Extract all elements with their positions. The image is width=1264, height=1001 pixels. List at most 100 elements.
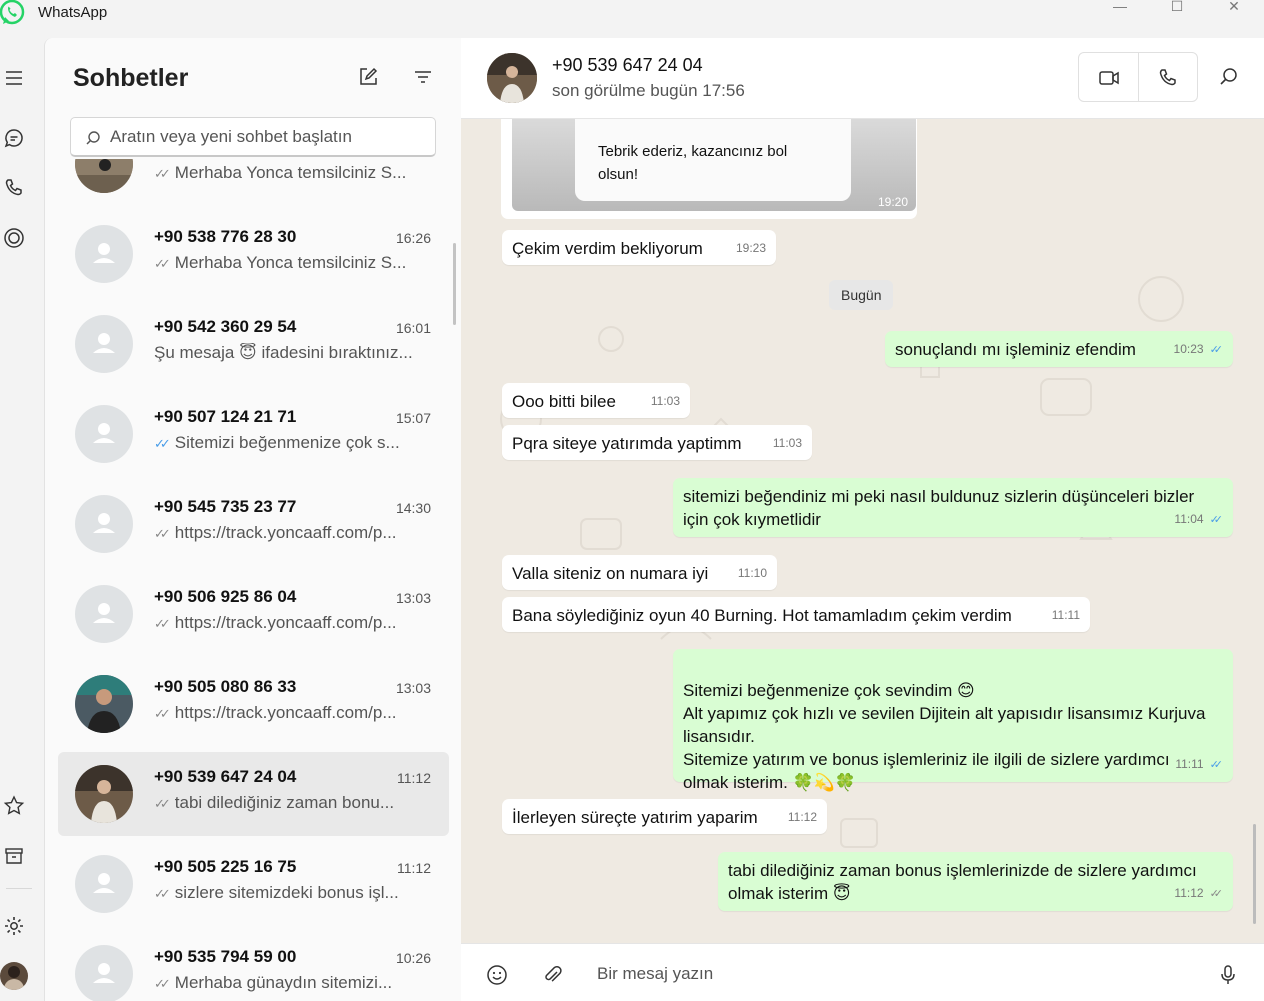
double-check-icon: ✓✓ xyxy=(154,706,171,721)
filter-icon[interactable] xyxy=(412,66,434,88)
message-input[interactable]: Bir mesaj yazın xyxy=(597,964,713,984)
search-icon[interactable] xyxy=(1218,66,1240,88)
chat-name: +90 538 776 28 30 xyxy=(154,227,297,246)
incoming-message[interactable]: İlerleyen süreçte yatırim yaparim 11:12 xyxy=(502,799,827,834)
double-check-read-icon: ✓✓ xyxy=(1209,514,1224,526)
chat-time: 11:12 xyxy=(397,770,431,786)
chat-name: +90 535 794 59 00 xyxy=(154,947,297,966)
chat-header: +90 539 647 24 04 son görülme bugün 17:5… xyxy=(461,38,1264,119)
list-item[interactable]: +90 535 794 59 00 10:26 ✓✓ Merhaba günayd… xyxy=(58,932,449,1001)
avatar xyxy=(75,765,133,823)
emoji-icon[interactable] xyxy=(486,964,508,986)
chat-preview: ✓✓ https://track.yoncaaff.com/p... xyxy=(154,703,397,722)
image-thumbnail[interactable]: Tebrik ederiz, kazancınız bol olsun! 19:… xyxy=(512,119,916,211)
image-text: Tebrik ederiz, kazancınız bol olsun! xyxy=(598,143,788,183)
profile-avatar[interactable] xyxy=(0,962,28,990)
contact-avatar[interactable] xyxy=(487,53,537,103)
message-text: Pqra siteye yatırımda yaptimm xyxy=(512,434,742,453)
message-text: tabi dilediğiniz zaman bonus işlemlerini… xyxy=(728,861,1197,903)
double-check-icon: ✓✓ xyxy=(1209,888,1224,900)
outgoing-message[interactable]: sitemizi beğendiniz mi peki nasıl buldun… xyxy=(673,478,1233,537)
message-time: 19:20 xyxy=(877,195,908,209)
chat-name: +90 542 360 29 54 xyxy=(154,317,297,336)
voice-call-icon[interactable] xyxy=(1157,67,1179,89)
message-text: İlerleyen süreçte yatırim yaparim xyxy=(512,808,758,827)
navigation-rail xyxy=(0,38,44,1001)
message-time: 19:23 xyxy=(735,241,766,255)
chat-name: +90 505 225 16 75 xyxy=(154,857,297,876)
message-time: 11:11 xyxy=(1175,757,1204,771)
microphone-icon[interactable] xyxy=(1217,964,1239,986)
default-avatar-icon xyxy=(75,405,133,463)
message-time: 11:12 xyxy=(787,810,817,824)
chat-name: +90 506 925 86 04 xyxy=(154,587,297,606)
default-avatar-icon xyxy=(75,495,133,553)
double-check-read-icon: ✓✓ xyxy=(1209,759,1224,771)
message-meta: 10:23 ✓✓ xyxy=(1173,338,1224,362)
chat-time: 15:07 xyxy=(395,410,431,426)
chat-preview: ✓✓ Sitemizi beğenmenize çok s... xyxy=(154,433,400,452)
search-box[interactable]: Aratın veya yeni sohbet başlatın xyxy=(70,117,436,157)
menu-icon[interactable] xyxy=(2,66,26,90)
avatar xyxy=(75,159,133,193)
message-time: 11:12 xyxy=(1174,886,1204,900)
list-item[interactable]: +90 505 225 16 75 11:12 ✓✓ sizlere sitemi… xyxy=(58,842,449,926)
minimize-button[interactable]: — xyxy=(1100,0,1140,14)
list-item[interactable]: ✓✓ Merhaba Yonca temsilciniz S... xyxy=(58,159,449,206)
list-item[interactable]: +90 538 776 28 30 16:26 ✓✓ Merhaba Yonca … xyxy=(58,212,449,296)
list-item[interactable]: +90 545 735 23 77 14:30 ✓✓ https://track.… xyxy=(58,482,449,566)
contact-status: son görülme bugün 17:56 xyxy=(552,81,745,100)
default-avatar-icon xyxy=(75,585,133,643)
title-bar: WhatsApp — ☐ ✕ xyxy=(0,0,1264,38)
message-text: Çekim verdim bekliyorum xyxy=(512,239,703,258)
video-call-icon[interactable] xyxy=(1098,67,1120,89)
incoming-message[interactable]: Bana söylediğiniz oyun 40 Burning. Hot t… xyxy=(502,597,1090,632)
incoming-message[interactable]: Pqra siteye yatırımda yaptimm 11:03 xyxy=(502,425,812,460)
settings-icon[interactable] xyxy=(2,914,26,938)
attach-icon[interactable] xyxy=(541,964,563,986)
chat-list-items: ✓✓ Merhaba Yonca temsilciniz S... +90 538… xyxy=(45,159,461,1001)
message-time: 10:23 xyxy=(1173,342,1204,356)
message-text: sitemizi beğendiniz mi peki nasıl buldun… xyxy=(683,487,1195,529)
rail-divider xyxy=(6,888,32,889)
list-item[interactable]: +90 505 080 86 33 13:03 ✓✓ https://track.… xyxy=(58,662,449,746)
message-time: 11:04 xyxy=(1174,512,1204,526)
list-item[interactable]: +90 506 925 86 04 13:03 ✓✓ https://track.… xyxy=(58,572,449,656)
chat-name: +90 539 647 24 04 xyxy=(154,767,297,786)
message-text: Valla siteniz on numara iyi xyxy=(512,564,709,583)
message-time: 11:11 xyxy=(1051,608,1080,622)
chat-time: 13:03 xyxy=(395,680,431,696)
message-time: 11:03 xyxy=(772,436,802,450)
incoming-message[interactable]: Valla siteniz on numara iyi 11:10 xyxy=(502,555,777,590)
starred-icon[interactable] xyxy=(2,794,26,818)
list-item[interactable]: +90 507 124 21 71 15:07 ✓✓ Sitemizi beğen… xyxy=(58,392,449,476)
message-area: Tebrik ederiz, kazancınız bol olsun! 19:… xyxy=(461,119,1264,943)
compose-icon[interactable] xyxy=(357,66,379,88)
double-check-icon: ✓✓ xyxy=(154,886,171,901)
message-scrollbar[interactable] xyxy=(1253,824,1256,924)
search-input[interactable]: Aratın veya yeni sohbet başlatın xyxy=(110,127,352,147)
outgoing-message[interactable]: sonuçlandı mı işleminiz efendim 10:23 ✓✓ xyxy=(885,331,1233,367)
default-avatar-icon xyxy=(75,945,133,1001)
message-text: sonuçlandı mı işleminiz efendim xyxy=(895,340,1136,359)
chat-list-panel: Sohbetler Aratın veya yeni sohbet başlat… xyxy=(44,38,461,1001)
list-item[interactable]: +90 542 360 29 54 16:01 Şu mesaja 😇 ifad… xyxy=(58,302,449,386)
chat-list-title: Sohbetler xyxy=(73,64,189,92)
chat-preview: ✓✓ Merhaba Yonca temsilciniz S... xyxy=(154,163,407,182)
incoming-message[interactable]: Çekim verdim bekliyorum 19:23 xyxy=(502,230,776,265)
chats-icon[interactable] xyxy=(2,126,26,150)
contact-name[interactable]: +90 539 647 24 04 xyxy=(552,55,703,76)
list-item-active[interactable]: +90 539 647 24 04 11:12 ✓✓ tabi dilediğin… xyxy=(58,752,449,836)
outgoing-message[interactable]: tabi dilediğiniz zaman bonus işlemlerini… xyxy=(718,852,1233,911)
maximize-button[interactable]: ☐ xyxy=(1157,0,1197,14)
archive-icon[interactable] xyxy=(2,844,26,868)
outgoing-message[interactable]: Sitemizi beğenmenize çok sevindim 😊 Alt … xyxy=(673,649,1233,792)
chat-list-scrollbar[interactable] xyxy=(453,243,456,325)
image-message[interactable]: Tebrik ederiz, kazancınız bol olsun! 19:… xyxy=(501,119,917,219)
calls-icon[interactable] xyxy=(2,176,26,200)
close-button[interactable]: ✕ xyxy=(1214,0,1254,14)
message-time: 11:10 xyxy=(737,566,767,580)
status-icon[interactable] xyxy=(2,226,26,250)
incoming-message[interactable]: Ooo bitti bilee 11:03 xyxy=(502,383,690,418)
double-check-icon: ✓✓ xyxy=(154,526,171,541)
